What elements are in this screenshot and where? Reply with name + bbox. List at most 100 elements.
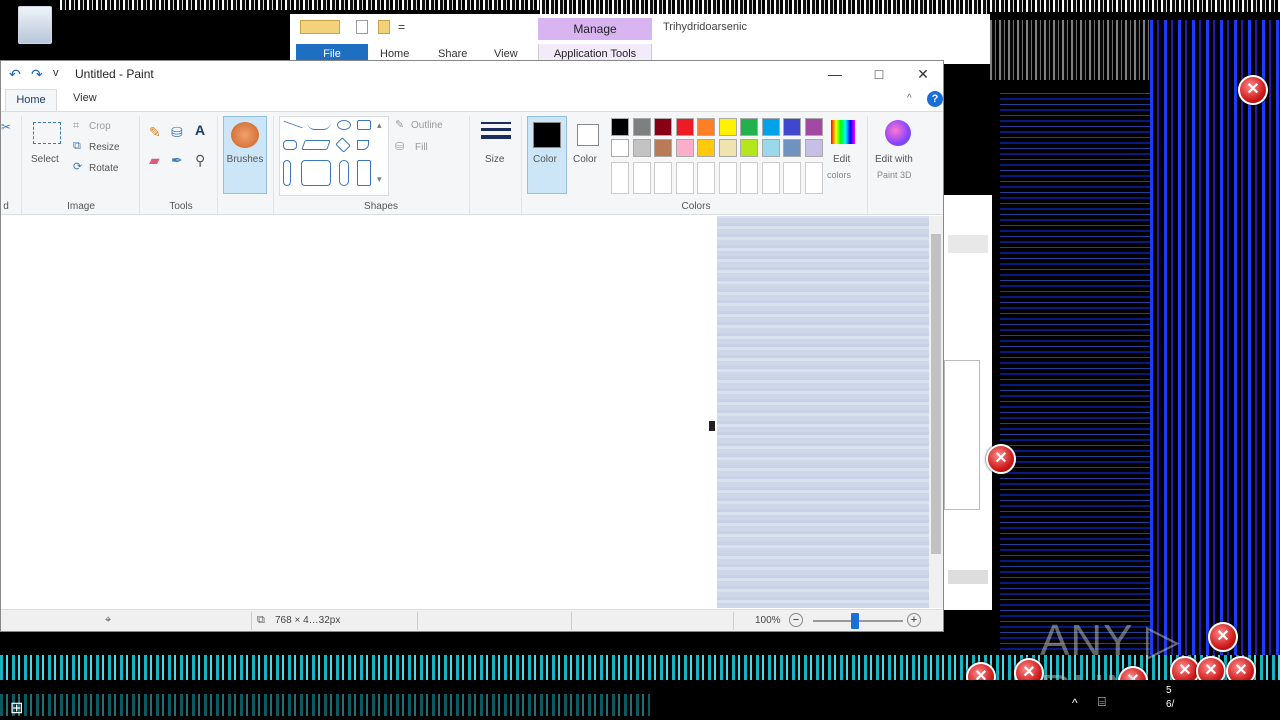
resize-button[interactable]: Resize [89,142,120,153]
group-divider [217,116,218,214]
outline-icon[interactable]: ✎ [395,118,404,131]
fill-bucket-icon[interactable]: ⛁ [171,124,183,141]
shapes-more-icon[interactable]: ▾ [377,174,382,185]
color-picker-icon[interactable]: ✒ [171,152,183,169]
palette-swatch[interactable] [675,118,694,136]
explorer-tab-view[interactable]: View [494,48,518,60]
rotate-icon[interactable]: ⟳ [73,160,82,173]
custom-color-slot[interactable] [697,162,715,194]
palette-swatch[interactable] [697,118,715,136]
palette-swatch[interactable] [611,139,629,157]
palette-swatch[interactable] [718,139,737,157]
palette-swatch[interactable] [697,139,715,157]
zoom-out-button[interactable]: − [789,613,803,627]
clock-time: 5 [1166,685,1172,696]
crop-icon[interactable]: ⌗ [73,120,79,133]
oval-shape-icon[interactable] [337,120,351,130]
outline-button[interactable]: Outline [411,120,443,131]
scrollbar-thumb[interactable] [931,234,941,554]
custom-color-slot[interactable] [654,162,672,194]
palette-swatch[interactable] [783,139,801,157]
drawing-canvas[interactable] [1,216,717,608]
custom-color-slot[interactable] [783,162,801,194]
select-button[interactable]: Select [31,154,59,165]
rectangle-shape-icon[interactable] [357,120,371,130]
taskbar-clock[interactable]: 5 6/ [1166,684,1174,712]
palette-swatch[interactable] [632,139,651,157]
resize-icon[interactable]: ⧉ [73,140,81,153]
palette-swatch[interactable] [675,139,694,157]
arrow-shape-icon[interactable] [283,160,291,186]
qat-customize-icon[interactable]: v [53,67,59,79]
explorer-tab-share[interactable]: Share [438,48,467,60]
fill-button[interactable]: Fill [415,142,428,153]
edit-colors-icon[interactable] [831,120,855,144]
palette-swatch[interactable] [718,118,737,136]
text-icon[interactable]: A [195,122,205,138]
custom-color-slot[interactable] [632,162,651,194]
canvas-resize-handle[interactable] [709,421,715,431]
paint-title-bar[interactable]: ↶ ↷ v Untitled - Paint — □ ✕ [1,61,943,87]
palette-swatch[interactable] [632,118,651,136]
rotate-button[interactable]: Rotate [89,163,118,174]
polygon-shape-icon[interactable] [301,140,331,150]
palette-swatch[interactable] [654,139,672,157]
palette-swatch[interactable] [761,139,780,157]
shapes-group-label: Shapes [364,201,398,212]
edit-colors-label2: colors [827,170,852,180]
rounded-rectangle-icon[interactable] [283,140,297,150]
heart-shape-icon[interactable] [357,160,371,186]
palette-swatch[interactable] [611,118,629,136]
color2-swatch[interactable] [577,124,599,146]
eraser-icon[interactable]: ▰ [149,152,160,169]
palette-swatch[interactable] [740,118,758,136]
manage-tab[interactable]: Manage [538,18,652,40]
custom-color-slot[interactable] [804,162,823,194]
taskbar: ⊞ ^ ⌸ [0,680,1280,720]
size-button[interactable]: Size [485,154,504,165]
palette-swatch[interactable] [740,139,758,157]
maximize-icon[interactable]: □ [857,63,901,85]
select-icon[interactable] [33,122,61,144]
palette-swatch[interactable] [783,118,801,136]
qat-dropdown-icon[interactable]: = [398,20,405,34]
zoom-slider-thumb[interactable] [851,613,859,629]
crop-button[interactable]: Crop [89,121,111,132]
start-icon[interactable]: ⊞ [10,698,23,718]
recycle-bin-icon[interactable] [18,6,52,44]
palette-swatch[interactable] [761,118,780,136]
minimize-icon[interactable]: — [813,63,857,85]
network-icon[interactable]: ⌸ [1098,694,1106,710]
magnifier-icon[interactable]: ⚲ [195,152,205,169]
custom-color-slot[interactable] [761,162,780,194]
ribbon-collapse-icon[interactable]: ^ [907,93,912,104]
custom-color-slot[interactable] [740,162,758,194]
screen-glitch [60,0,540,10]
paint3d-icon[interactable] [885,120,911,146]
explorer-tab-home[interactable]: Home [380,48,409,60]
help-icon[interactable]: ? [927,91,943,107]
pencil-icon[interactable]: ✎ [149,124,161,141]
custom-color-slot[interactable] [718,162,737,194]
palette-swatch[interactable] [804,118,823,136]
callout-shape-icon[interactable] [301,160,331,186]
taskbar-glitch [0,694,650,716]
star-shape-icon[interactable] [339,160,349,186]
undo-icon[interactable]: ↶ [9,66,21,83]
zoom-in-button[interactable]: + [907,613,921,627]
palette-swatch[interactable] [804,139,823,157]
shapes-gallery[interactable] [279,116,389,196]
clipboard-icon[interactable]: ✂ [1,120,11,134]
redo-icon[interactable]: ↷ [31,66,43,83]
shapes-scroll-icon[interactable]: ▴ [377,120,382,131]
custom-color-slot[interactable] [675,162,694,194]
tab-home[interactable]: Home [5,89,57,111]
fill-icon[interactable]: ⛁ [395,140,404,153]
palette-swatch[interactable] [654,118,672,136]
custom-color-slot[interactable] [611,162,629,194]
tab-view[interactable]: View [73,92,97,104]
new-folder-icon[interactable] [378,20,390,34]
close-icon[interactable]: ✕ [901,63,945,85]
tray-expand-icon[interactable]: ^ [1072,696,1078,710]
properties-icon[interactable] [356,20,368,34]
